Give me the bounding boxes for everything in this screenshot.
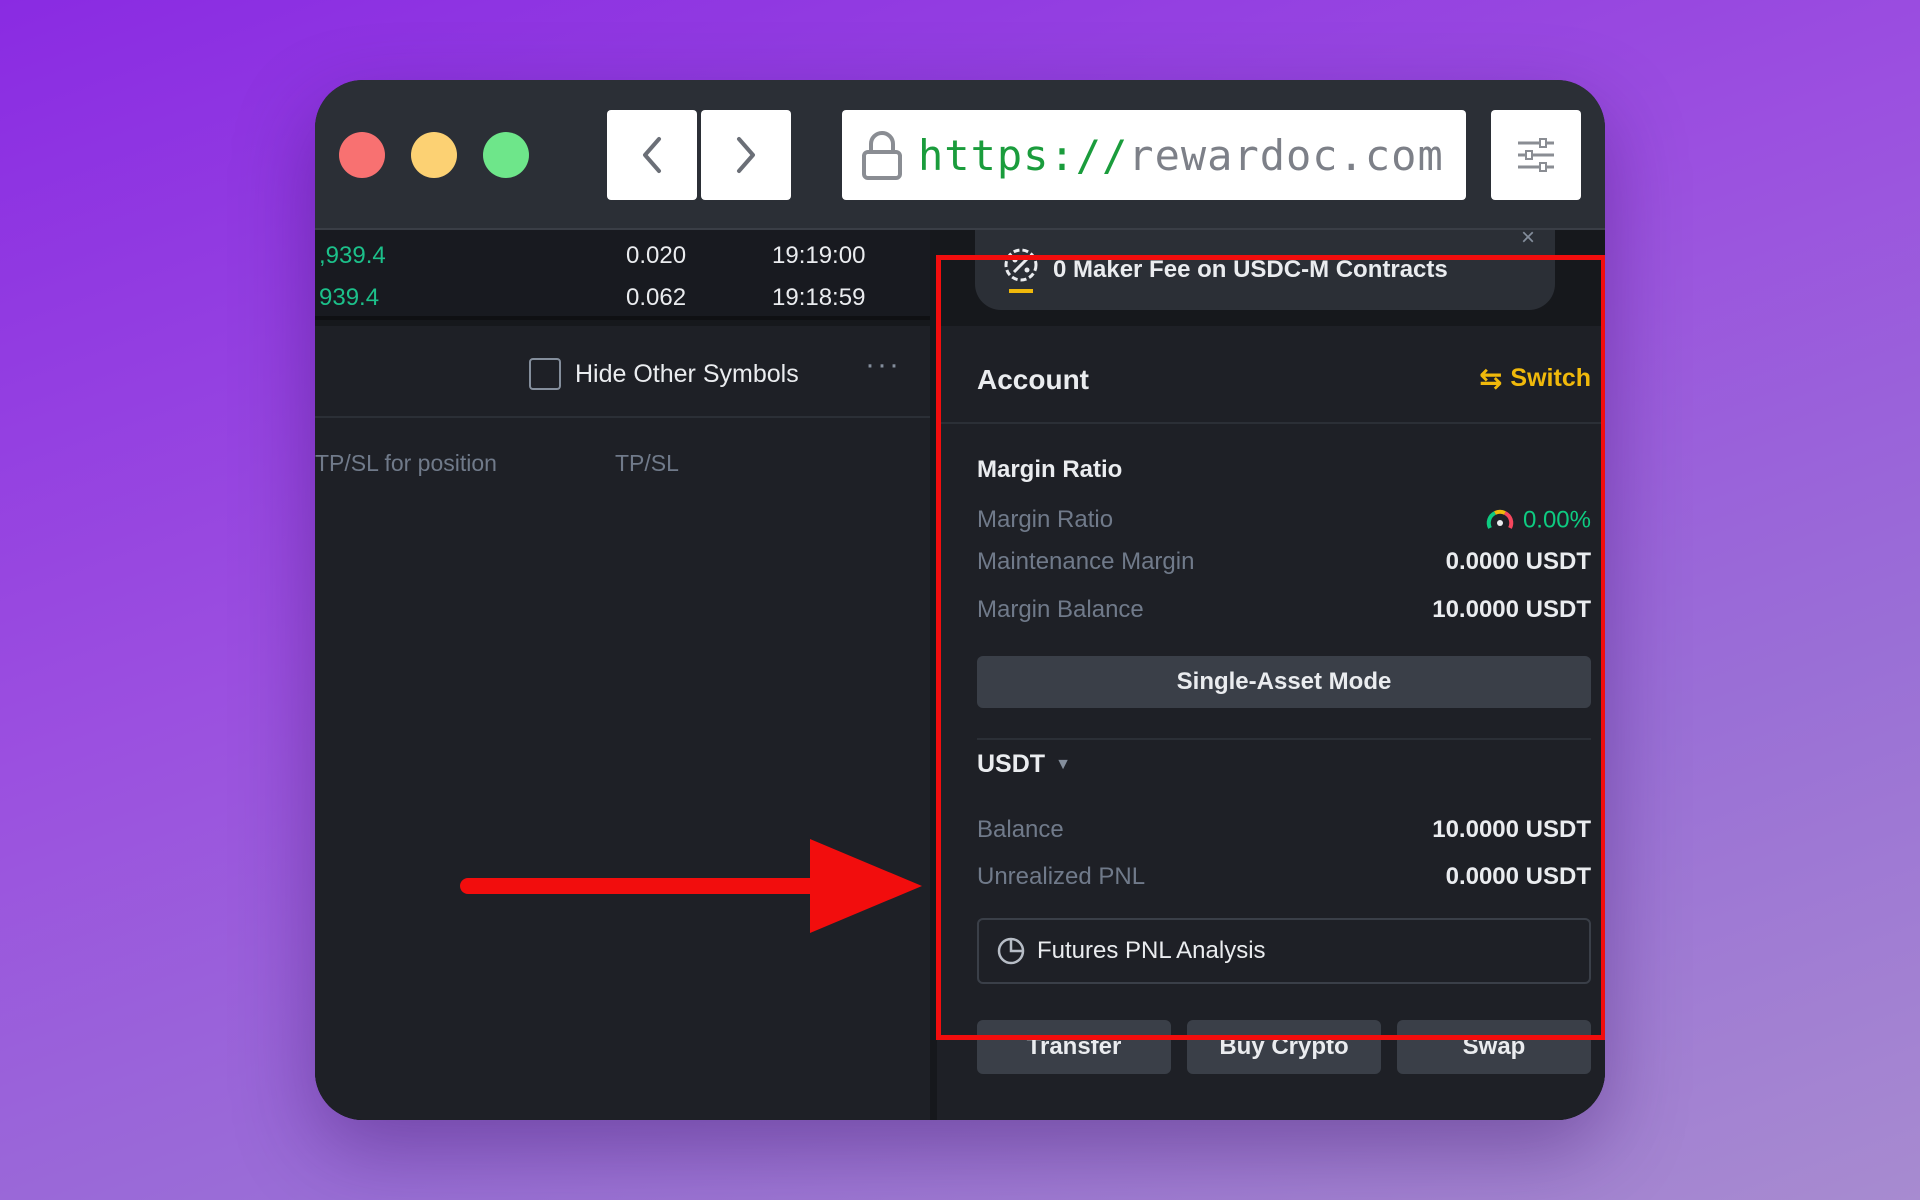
close-window-button[interactable] bbox=[339, 132, 385, 178]
unrealized-pnl-label: Unrealized PNL bbox=[977, 863, 1146, 890]
arrow-annotation-icon bbox=[460, 839, 922, 933]
forward-button[interactable] bbox=[701, 110, 791, 200]
balance-value: 10.0000 USDT bbox=[1432, 816, 1591, 843]
close-icon[interactable]: × bbox=[1521, 224, 1535, 252]
orders-panel: Hide Other Symbols ··· TP/SL for positio… bbox=[315, 326, 930, 1120]
transfer-button[interactable]: Transfer bbox=[977, 1020, 1171, 1074]
divider bbox=[315, 416, 930, 418]
margin-ratio-percent: 0.00% bbox=[1522, 506, 1591, 534]
trade-price: 939.4 bbox=[319, 284, 380, 311]
unrealized-pnl-value: 0.0000 USDT bbox=[1445, 863, 1591, 890]
swap-button[interactable]: Swap bbox=[1397, 1020, 1591, 1074]
account-title: Account bbox=[977, 364, 1089, 395]
margin-ratio-label: Margin Ratio bbox=[977, 506, 1114, 533]
url-text: https://rewardoc.com bbox=[918, 131, 1444, 180]
hide-other-symbols-checkbox[interactable] bbox=[529, 358, 561, 390]
trade-time: 19:19:00 bbox=[772, 242, 866, 269]
margin-ratio-value: 0.00% bbox=[1485, 506, 1591, 536]
more-options-icon[interactable]: ··· bbox=[865, 348, 901, 382]
lock-icon bbox=[862, 131, 902, 180]
title-bar: https://rewardoc.com bbox=[315, 80, 1605, 230]
margin-ratio-heading: Margin Ratio bbox=[977, 456, 1123, 483]
promo-text: 0 Maker Fee on USDC-M Contracts bbox=[1053, 256, 1448, 283]
balance-label: Balance bbox=[977, 816, 1064, 843]
trade-qty: 0.062 bbox=[626, 284, 687, 311]
asset-label: USDT bbox=[977, 750, 1046, 778]
trade-qty: 0.020 bbox=[626, 242, 687, 269]
settings-button[interactable] bbox=[1491, 110, 1581, 200]
trade-price: ,939.4 bbox=[319, 242, 386, 269]
recent-trades: ,939.4 0.020 19:19:00 939.4 0.062 19:18:… bbox=[315, 230, 930, 320]
discount-badge-icon bbox=[1004, 248, 1038, 293]
column-header-tpsl: TP/SL bbox=[615, 450, 679, 476]
gauge-icon bbox=[1486, 509, 1514, 529]
balance-row: Balance 10.0000 USDT bbox=[977, 816, 1591, 850]
promo-banner[interactable]: 0 Maker Fee on USDC-M Contracts × bbox=[975, 224, 1555, 310]
unrealized-pnl-row: Unrealized PNL 0.0000 USDT bbox=[977, 863, 1591, 897]
swap-arrows-icon: ⇆ bbox=[1478, 363, 1503, 394]
pie-chart-icon bbox=[997, 937, 1025, 965]
chevron-left-icon bbox=[643, 137, 661, 173]
margin-ratio-row: Margin Ratio 0.00% bbox=[977, 506, 1591, 540]
sliders-icon bbox=[1518, 138, 1554, 172]
switch-label: Switch bbox=[1510, 364, 1591, 392]
divider bbox=[977, 738, 1591, 740]
futures-pnl-analysis-button[interactable]: Futures PNL Analysis bbox=[977, 918, 1591, 984]
minimize-window-button[interactable] bbox=[411, 132, 457, 178]
chevron-right-icon bbox=[737, 137, 755, 173]
buy-crypto-button[interactable]: Buy Crypto bbox=[1187, 1020, 1381, 1074]
caret-down-icon: ▼ bbox=[1055, 755, 1071, 773]
page-content: ,939.4 0.020 19:19:00 939.4 0.062 19:18:… bbox=[315, 224, 1605, 1120]
maintenance-margin-value: 0.0000 USDT bbox=[1445, 548, 1591, 575]
switch-button[interactable]: ⇆ Switch bbox=[1479, 362, 1591, 395]
address-bar[interactable]: https://rewardoc.com bbox=[842, 110, 1466, 200]
hide-other-symbols-label[interactable]: Hide Other Symbols bbox=[575, 360, 799, 389]
url-scheme: https:// bbox=[918, 130, 1129, 180]
trade-row: ,939.4 0.020 19:19:00 bbox=[315, 242, 930, 282]
trade-time: 19:18:59 bbox=[772, 284, 866, 311]
maximize-window-button[interactable] bbox=[483, 132, 529, 178]
margin-balance-label: Margin Balance bbox=[977, 596, 1144, 623]
trade-row: 939.4 0.062 19:18:59 bbox=[315, 284, 930, 324]
account-panel: Account ⇆ Switch Margin Ratio Margin Rat… bbox=[937, 326, 1605, 1120]
url-host: rewardoc.com bbox=[1128, 130, 1444, 180]
divider bbox=[937, 422, 1605, 424]
asset-select[interactable]: USDT ▼ bbox=[977, 750, 1071, 779]
browser-window: https://rewardoc.com ,939.4 0.020 19:19:… bbox=[315, 80, 1605, 1120]
account-actions: Transfer Buy Crypto Swap bbox=[977, 1020, 1591, 1074]
back-button[interactable] bbox=[607, 110, 697, 200]
column-header-tpsl-position: TP/SL for position bbox=[315, 450, 497, 476]
margin-balance-row: Margin Balance 10.0000 USDT bbox=[977, 596, 1591, 630]
margin-balance-value: 10.0000 USDT bbox=[1432, 596, 1591, 623]
maintenance-margin-label: Maintenance Margin bbox=[977, 548, 1195, 575]
futures-pnl-analysis-label: Futures PNL Analysis bbox=[1037, 937, 1266, 964]
single-asset-mode-button[interactable]: Single-Asset Mode bbox=[977, 656, 1591, 708]
maintenance-margin-row: Maintenance Margin 0.0000 USDT bbox=[977, 548, 1591, 582]
